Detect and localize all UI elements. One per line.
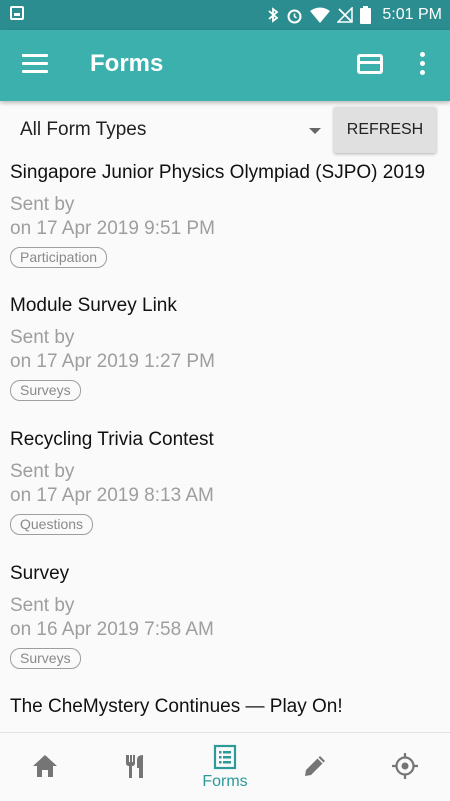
form-item-sjpo[interactable]: Singapore Junior Physics Olympiad (SJPO)… (0, 159, 450, 292)
form-date: on 17 Apr 2019 8:13 AM (10, 485, 214, 506)
forms-icon (213, 744, 237, 770)
pencil-icon (305, 756, 325, 776)
form-item-recycling-trivia[interactable]: Recycling Trivia Contest Sent by on 17 A… (0, 426, 450, 560)
form-tag: Questions (10, 514, 94, 535)
battery-icon (360, 6, 372, 24)
alarm-icon (287, 9, 302, 23)
refresh-button[interactable]: REFRESH (334, 107, 436, 153)
form-date: on 17 Apr 2019 9:51 PM (10, 218, 215, 239)
status-bar: 5:01 PM (0, 0, 450, 30)
form-item-chemystery[interactable]: The CheMystery Continues — Play On! (0, 693, 450, 732)
form-sender: Sent by (10, 461, 75, 482)
home-icon (33, 755, 57, 777)
nav-home[interactable] (0, 733, 90, 801)
gallery-notification-icon (10, 6, 24, 20)
clock-time: 5:01 PM (382, 6, 442, 23)
form-title: Survey (10, 563, 70, 584)
form-title: Module Survey Link (10, 295, 177, 316)
form-sender: Sent by (10, 595, 75, 616)
forms-list[interactable]: Singapore Junior Physics Olympiad (SJPO)… (0, 159, 450, 732)
form-type-selected: All Form Types (20, 119, 147, 140)
form-date: on 16 Apr 2019 7:58 AM (10, 619, 214, 640)
utensils-icon (126, 755, 143, 778)
form-tag: Surveys (10, 648, 81, 669)
form-item-module-survey[interactable]: Module Survey Link Sent by on 17 Apr 201… (0, 292, 450, 426)
dropdown-arrow-icon (309, 128, 321, 134)
nav-location[interactable] (360, 733, 450, 801)
nav-forms-label: Forms (202, 773, 248, 790)
form-sender: Sent by (10, 327, 75, 348)
menu-icon[interactable] (22, 54, 48, 76)
form-type-dropdown[interactable]: All Form Types (20, 119, 325, 145)
form-title: Singapore Junior Physics Olympiad (SJPO)… (10, 162, 426, 183)
location-target-icon (392, 753, 418, 779)
no-signal-icon (337, 7, 354, 23)
nav-edit[interactable] (270, 733, 360, 801)
form-tag: Surveys (10, 380, 81, 401)
form-tag: Participation (10, 247, 108, 268)
wifi-icon (310, 7, 331, 23)
more-vert-icon[interactable] (415, 52, 429, 78)
app-bar: Forms (0, 30, 450, 101)
form-title: The CheMystery Continues — Play On! (10, 696, 343, 717)
nav-forms[interactable]: Forms (180, 733, 270, 801)
form-title: Recycling Trivia Contest (10, 429, 214, 450)
card-icon[interactable] (357, 54, 383, 74)
bottom-navigation: Forms (0, 732, 450, 801)
nav-food[interactable] (90, 733, 180, 801)
form-sender: Sent by (10, 194, 75, 215)
form-date: on 17 Apr 2019 1:27 PM (10, 351, 215, 372)
page-title: Forms (90, 50, 164, 77)
form-item-survey[interactable]: Survey Sent by on 16 Apr 2019 7:58 AM Su… (0, 560, 450, 693)
bluetooth-icon (268, 7, 279, 23)
